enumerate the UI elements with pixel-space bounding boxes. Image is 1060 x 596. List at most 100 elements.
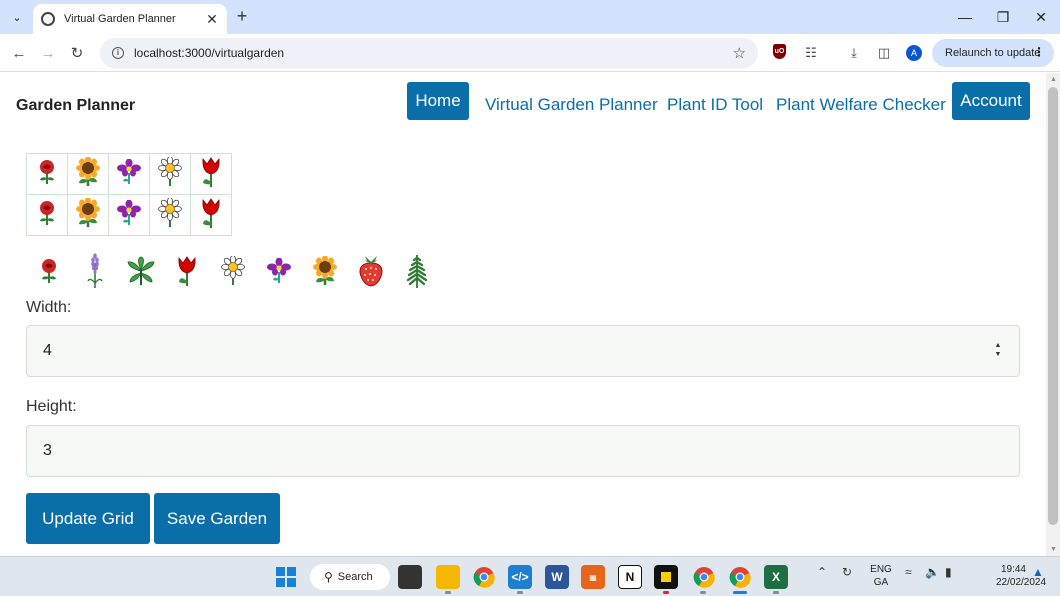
orchid-icon	[116, 158, 142, 190]
page-scrollbar[interactable]: ▲ ▼	[1046, 73, 1060, 556]
scroll-thumb[interactable]	[1048, 87, 1058, 525]
palette-item-rose[interactable]	[26, 251, 72, 295]
height-label: Height:	[26, 398, 77, 415]
back-icon[interactable]: ←	[8, 42, 30, 64]
nav-virtual-garden-planner-link[interactable]: Virtual Garden Planner	[485, 95, 658, 115]
grid-cell[interactable]	[109, 195, 150, 236]
close-window-icon[interactable]: ✕	[1022, 0, 1060, 34]
volume-icon[interactable]: 🔈	[925, 565, 940, 579]
palette-item-orchid[interactable]	[256, 251, 302, 295]
new-tab-icon[interactable]: +	[232, 6, 252, 26]
windows-start-icon[interactable]	[274, 565, 298, 589]
tab-search-chevron-icon[interactable]: ⌄	[6, 6, 28, 28]
notion-icon[interactable]: N	[618, 565, 642, 589]
nav-home-button[interactable]: Home	[407, 82, 469, 120]
basil-icon	[126, 256, 156, 291]
address-bar[interactable]: i localhost:3000/virtualgarden ☆	[100, 38, 758, 68]
calendar-app-icon[interactable]: ▦	[581, 565, 605, 589]
rose-icon	[36, 200, 58, 231]
grid-cell[interactable]	[68, 195, 109, 236]
clock-date: 22/02/2024	[996, 577, 1047, 588]
sunflower-icon	[311, 254, 339, 291]
height-input[interactable]: 3	[26, 425, 1020, 477]
vscode-icon[interactable]: </>	[508, 565, 532, 589]
grid-cell[interactable]	[68, 154, 109, 195]
url-text[interactable]: localhost:3000/virtualgarden	[134, 46, 733, 60]
palette-item-fern[interactable]	[394, 251, 440, 295]
nav-account-button[interactable]: Account	[952, 82, 1030, 120]
update-grid-button[interactable]: Update Grid	[26, 493, 150, 544]
daisy-icon	[156, 155, 184, 192]
fern-icon	[404, 253, 430, 294]
tulip-icon	[199, 156, 223, 193]
palette-item-tulip[interactable]	[164, 251, 210, 295]
grid-cell[interactable]	[191, 195, 232, 236]
active-indicator	[733, 591, 747, 594]
garden-grid	[26, 153, 232, 236]
excel-icon[interactable]: X	[764, 565, 788, 589]
extensions-puzzle-icon[interactable]: ☷	[802, 44, 820, 62]
grid-cell[interactable]	[150, 154, 191, 195]
save-garden-button[interactable]: Save Garden	[154, 493, 280, 544]
search-label: Search	[337, 571, 373, 583]
wifi-icon[interactable]: ≈	[905, 565, 912, 579]
download-icon[interactable]: ⤓	[845, 44, 863, 62]
bookmark-star-icon[interactable]: ☆	[733, 44, 746, 62]
grid-cell[interactable]	[109, 154, 150, 195]
chrome-profile-2-icon[interactable]	[728, 565, 752, 589]
notification-bell-icon[interactable]: ▲	[1032, 565, 1044, 579]
task-view-icon[interactable]	[398, 565, 422, 589]
tab-close-icon[interactable]: ✕	[205, 11, 219, 28]
profile-avatar[interactable]: A	[906, 45, 922, 61]
reload-icon[interactable]: ↻	[66, 42, 88, 64]
nav-plant-id-tool-link[interactable]: Plant ID Tool	[667, 95, 763, 115]
site-info-icon[interactable]: i	[112, 47, 124, 59]
lavender-icon	[85, 252, 105, 294]
palette-item-lavender[interactable]	[72, 251, 118, 295]
scroll-up-icon[interactable]: ▲	[1050, 76, 1057, 83]
nav-plant-welfare-checker-link[interactable]: Plant Welfare Checker	[776, 95, 946, 115]
sticky-notes-icon[interactable]	[654, 565, 678, 589]
ublock-extension-icon[interactable]: uO	[773, 44, 786, 59]
tray-overflow-chevron-icon[interactable]: ⌃	[817, 565, 827, 579]
chrome-profile-1-icon[interactable]	[692, 565, 716, 589]
taskbar-search[interactable]: ⚲ Search	[310, 564, 390, 590]
sync-icon[interactable]: ↻	[842, 565, 852, 579]
width-input[interactable]: 4 ▲ ▼	[26, 325, 1020, 377]
menu-dots-icon[interactable]: ⋮	[1033, 45, 1045, 59]
forward-icon[interactable]: →	[37, 42, 59, 64]
battery-icon[interactable]: ▮	[945, 565, 952, 579]
palette-item-daisy[interactable]	[210, 251, 256, 295]
rose-icon	[36, 159, 58, 190]
grid-cell[interactable]	[191, 154, 232, 195]
scroll-down-icon[interactable]: ▼	[1050, 546, 1057, 553]
page-viewport: Garden Planner Home Virtual Garden Plann…	[0, 73, 1046, 556]
file-explorer-icon[interactable]	[436, 565, 460, 589]
width-value[interactable]: 4	[43, 342, 52, 360]
palette-item-strawberry[interactable]	[348, 251, 394, 295]
side-panel-icon[interactable]: ◫	[875, 44, 893, 62]
grid-cell[interactable]	[150, 195, 191, 236]
palette-item-sunflower[interactable]	[302, 251, 348, 295]
restore-icon[interactable]: ❐	[984, 0, 1022, 34]
running-indicator	[700, 591, 706, 594]
plant-palette	[26, 251, 440, 295]
system-clock[interactable]: 19:44 22/02/2024	[996, 563, 1047, 589]
palette-item-basil[interactable]	[118, 251, 164, 295]
relaunch-to-update-button[interactable]: Relaunch to update ⋮	[932, 39, 1054, 67]
chrome-icon[interactable]	[472, 565, 496, 589]
minimize-icon[interactable]: —	[946, 0, 984, 34]
height-value[interactable]: 3	[43, 442, 52, 460]
site-brand[interactable]: Garden Planner	[16, 97, 135, 115]
sunflower-icon	[74, 155, 102, 192]
browser-tab[interactable]: Virtual Garden Planner ✕	[33, 4, 227, 34]
grid-cell[interactable]	[27, 154, 68, 195]
tulip-icon	[199, 197, 223, 234]
width-label: Width:	[26, 299, 72, 316]
grid-cell[interactable]	[27, 195, 68, 236]
word-icon[interactable]: W	[545, 565, 569, 589]
number-spinner-icon[interactable]: ▲ ▼	[993, 341, 1003, 359]
running-indicator	[773, 591, 779, 594]
clock-time: 19:44	[1000, 564, 1026, 575]
language-indicator[interactable]: ENG GA	[870, 563, 892, 589]
